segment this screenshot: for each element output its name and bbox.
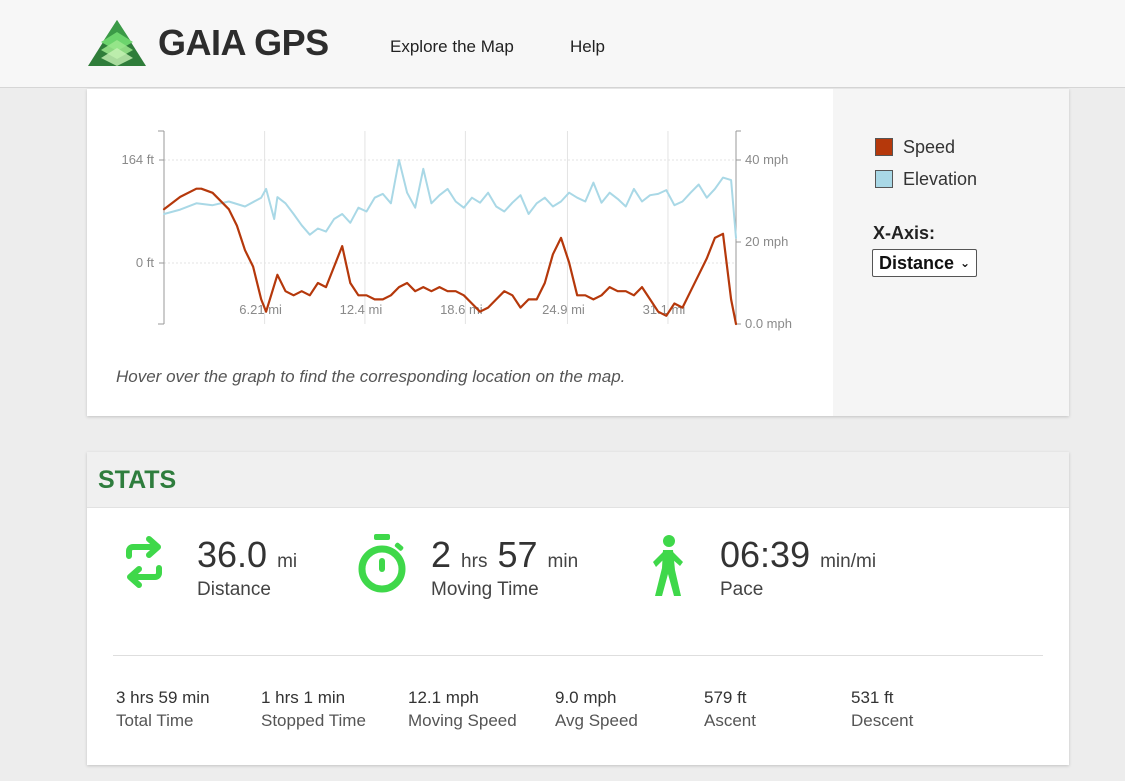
moving-time-label: Moving Time [431, 579, 539, 600]
top-navbar: GAIA GPS Explore the Map Help [0, 0, 1125, 88]
avg-speed-label: Avg Speed [555, 711, 638, 730]
pace-label: Pace [720, 579, 764, 600]
right-tick-label: 40 mph [745, 152, 788, 167]
legend-label-speed: Speed [903, 136, 956, 157]
moving-time-min-unit: min [547, 551, 579, 572]
stat-total-time: 3 hrs 59 min Total Time [116, 688, 210, 731]
x-axis-select-value: Distance [879, 252, 955, 273]
moving-time-value-row: 2 hrs 57 min [431, 534, 578, 576]
brand-logo-link[interactable]: GAIA GPS [86, 18, 329, 68]
stat-moving-speed: 12.1 mph Moving Speed [408, 688, 517, 731]
left-tick-label: 164 ft [121, 152, 154, 167]
moving-speed-value: 12.1 mph [408, 688, 479, 707]
legend-swatch-speed [875, 138, 893, 156]
right-tick-label: 20 mph [745, 234, 788, 249]
chart-hover-hint: Hover over the graph to find the corresp… [116, 367, 626, 386]
distance-value: 36.0 [197, 534, 268, 575]
x-tick-label: 24.9 mi [542, 302, 585, 317]
x-axis-label: X-Axis: [873, 223, 936, 243]
stopwatch-icon [358, 534, 406, 593]
distance-label: Distance [197, 579, 271, 600]
stopped-time-label: Stopped Time [261, 711, 366, 730]
ascent-value: 579 ft [704, 688, 747, 707]
nav-help-link[interactable]: Help [570, 37, 605, 57]
stat-ascent: 579 ft Ascent [704, 688, 756, 731]
stat-avg-speed: 9.0 mph Avg Speed [555, 688, 638, 731]
stats-card: STATS 36.0 mi Distance 2 hrs 57 min Movi… [87, 452, 1069, 765]
distance-value-row: 36.0 mi [197, 534, 297, 576]
descent-label: Descent [851, 711, 914, 730]
stat-descent: 531 ft Descent [851, 688, 913, 731]
x-tick-label: 6.21 mi [239, 302, 282, 317]
elevation-speed-chart[interactable]: 6.21 mi 12.4 mi 18.6 mi 24.9 mi 31.1 mi164 f… [87, 89, 833, 359]
ascent-label: Ascent [704, 711, 756, 730]
swap-arrows-icon [126, 536, 162, 588]
right-tick-label: 0.0 mph [745, 316, 792, 331]
chart-legend: Speed Elevation [875, 131, 977, 195]
moving-time-hrs-unit: hrs [461, 551, 488, 572]
legend-item-elevation[interactable]: Elevation [875, 163, 977, 195]
pace-value-row: 06:39 min/mi [720, 534, 876, 576]
moving-speed-label: Moving Speed [408, 711, 517, 730]
legend-item-speed[interactable]: Speed [875, 131, 977, 163]
pace-unit: min/mi [820, 551, 877, 572]
descent-value: 531 ft [851, 688, 894, 707]
left-tick-label: 0 ft [136, 255, 154, 270]
stats-divider [113, 655, 1043, 656]
walking-person-icon [653, 535, 683, 596]
x-axis-select[interactable]: Distance ⌄ [872, 249, 978, 277]
mountain-logo-icon [88, 20, 146, 66]
stats-title: STATS [98, 466, 177, 494]
legend-label-elevation: Elevation [903, 168, 978, 189]
brand-name: GAIA GPS [158, 22, 329, 63]
elevation-series-line [163, 159, 737, 239]
stat-stopped-time: 1 hrs 1 min Stopped Time [261, 688, 366, 731]
elevation-speed-chart-card: 6.21 mi 12.4 mi 18.6 mi 24.9 mi 31.1 mi 164 f… [87, 89, 1069, 416]
moving-time-min: 57 [497, 534, 538, 575]
chevron-down-icon: ⌄ [960, 256, 971, 270]
x-tick-label: 12.4 mi [340, 302, 383, 317]
moving-time-hrs: 2 [431, 534, 452, 575]
stopped-time-value: 1 hrs 1 min [261, 688, 346, 707]
nav-explore-map-link[interactable]: Explore the Map [390, 37, 514, 57]
stats-header: STATS [87, 452, 1069, 508]
legend-swatch-elevation [875, 170, 893, 188]
pace-value: 06:39 [720, 534, 811, 575]
total-time-value: 3 hrs 59 min [116, 688, 210, 707]
distance-unit: mi [277, 551, 298, 572]
avg-speed-value: 9.0 mph [555, 688, 617, 707]
total-time-label: Total Time [116, 711, 194, 730]
